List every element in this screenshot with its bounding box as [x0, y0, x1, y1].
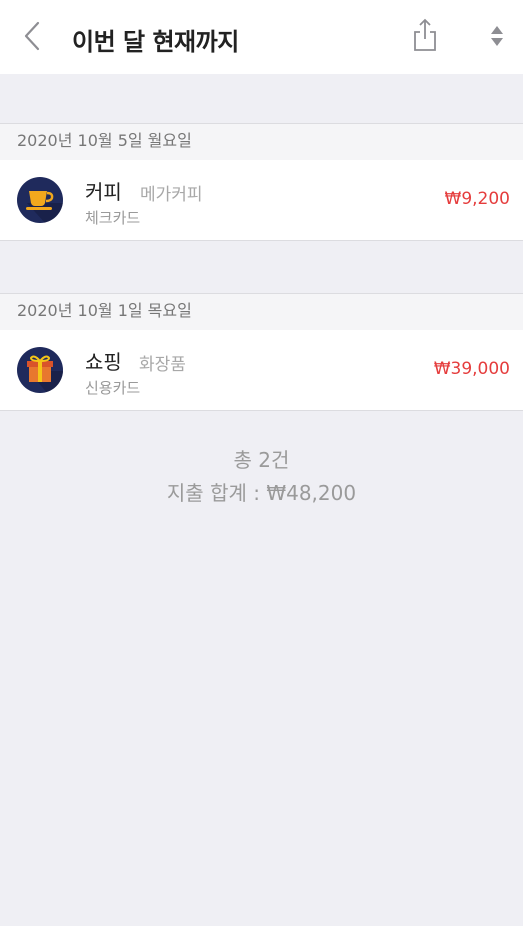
share-icon	[411, 18, 439, 56]
merchant-label: 메가커피	[140, 185, 203, 205]
merchant-label: 화장품	[139, 355, 186, 375]
category-label: 쇼핑	[85, 350, 122, 374]
amount-label: ₩9,200	[444, 189, 510, 209]
top-bar: 이번 달 현재까지	[0, 0, 523, 74]
amount-label: ₩39,000	[433, 359, 510, 379]
category-label: 커피	[85, 180, 122, 204]
summary-count: 총 2건	[233, 448, 290, 472]
expense-list-screen: 이번 달 현재까지 2020년 10월 5일 월요일 커피 메가커피 체크카드 …	[0, 0, 523, 926]
share-button[interactable]	[408, 18, 442, 56]
back-button[interactable]	[14, 18, 50, 58]
payment-method-label: 체크카드	[85, 209, 141, 227]
date-header: 2020년 10월 5일 월요일	[0, 123, 523, 160]
gift-icon	[17, 347, 63, 393]
coffee-cup-icon	[17, 177, 63, 223]
sort-icon	[490, 25, 504, 51]
transaction-row[interactable]: 쇼핑 화장품 신용카드 ₩39,000	[0, 330, 523, 411]
summary-total: 지출 합계 : ₩48,200	[166, 481, 357, 505]
sort-button[interactable]	[484, 24, 510, 52]
chevron-left-icon	[22, 20, 42, 56]
page-title: 이번 달 현재까지	[72, 28, 239, 56]
payment-method-label: 신용카드	[85, 379, 141, 397]
date-header: 2020년 10월 1일 목요일	[0, 293, 523, 330]
transaction-row[interactable]: 커피 메가커피 체크카드 ₩9,200	[0, 160, 523, 241]
